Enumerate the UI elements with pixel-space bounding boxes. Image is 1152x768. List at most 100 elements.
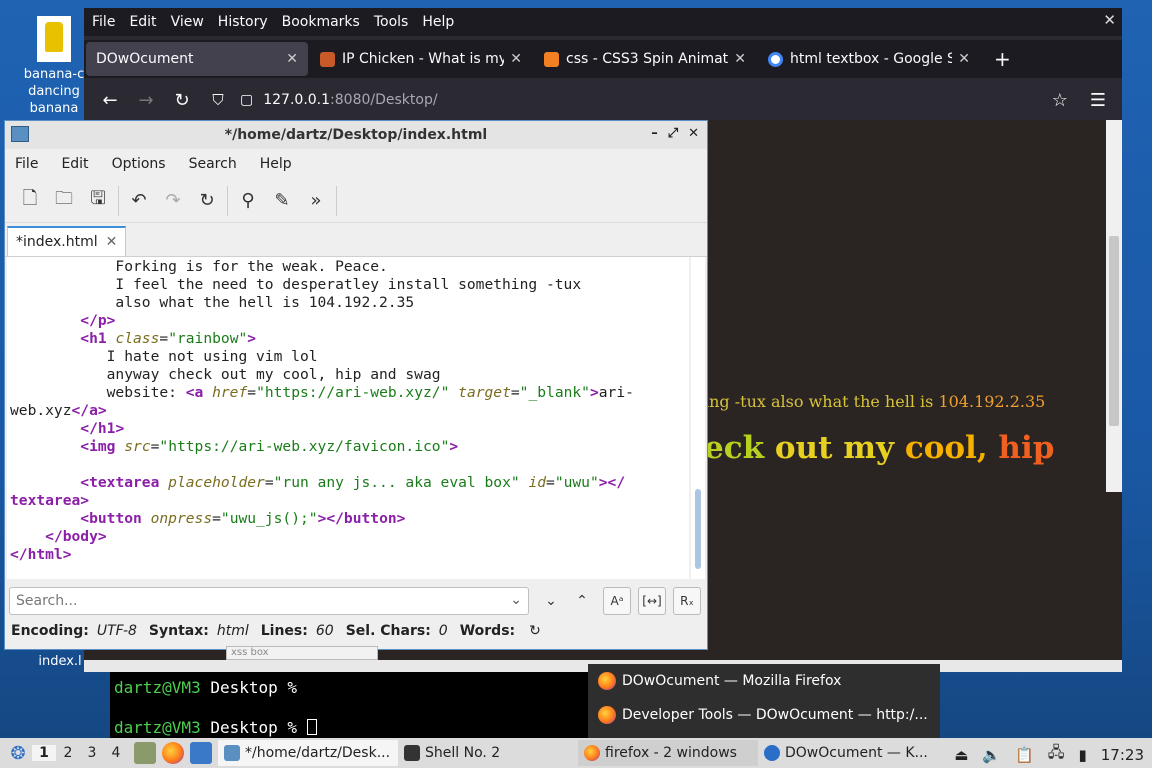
close-icon[interactable]: ✕ — [1103, 11, 1116, 29]
code-value: "run any js... aka eval box" — [273, 474, 520, 491]
tab-title: IP Chicken - What is my IP — [342, 51, 505, 67]
menu-history[interactable]: History — [218, 14, 268, 30]
close-icon[interactable]: ✕ — [688, 126, 699, 141]
workspace-3[interactable]: 3 — [80, 745, 104, 761]
volume-icon[interactable]: 🔈 — [982, 746, 1001, 764]
menu-edit[interactable]: Edit — [129, 14, 156, 30]
encoding-value: UTF-8 — [96, 623, 137, 639]
scrollbar-thumb[interactable] — [1109, 236, 1119, 426]
tab-index-html[interactable]: *index.html ✕ — [7, 226, 127, 256]
task-firefox[interactable]: firefox - 2 windows — [578, 740, 758, 766]
rainbow-part: eck — [704, 430, 775, 466]
page-info-icon[interactable]: ▢ — [240, 92, 253, 108]
taskbar: ❂ 1 2 3 4 */home/dartz/Desk... Shell No.… — [0, 738, 1152, 768]
forward-icon[interactable]: → — [128, 90, 164, 111]
tab-close-icon[interactable]: ✕ — [106, 234, 118, 250]
find-previous-icon[interactable]: ⌃ — [568, 587, 596, 615]
code-tag: > — [449, 438, 459, 455]
code-value: "_blank" — [519, 384, 590, 401]
clock[interactable]: 17:23 — [1101, 746, 1144, 764]
menu-tools[interactable]: Tools — [374, 14, 409, 30]
desktop-icon-banana[interactable]: banana-c dancing banana — [14, 16, 94, 117]
menu-help[interactable]: Help — [422, 14, 454, 30]
tab-close-icon[interactable]: ✕ — [286, 51, 298, 67]
menu-file[interactable]: File — [15, 156, 38, 172]
scrollbar-thumb[interactable] — [695, 489, 701, 569]
code-value: "rainbow" — [168, 330, 248, 347]
shield-icon[interactable]: ⛉ — [200, 91, 236, 109]
match-case-icon[interactable]: Aᵃ — [603, 587, 631, 615]
web-ip: 104.192.2.35 — [938, 392, 1046, 411]
status-bar: Encoding: UTF-8 Syntax: html Lines: 60 Sel.… — [11, 623, 541, 639]
open-folder-icon[interactable]: 🗀 — [47, 184, 81, 218]
task-shell[interactable]: Shell No. 2 — [398, 740, 578, 766]
tab-css-spin[interactable]: css - CSS3 Spin Animation ✕ — [534, 42, 756, 76]
file-manager-icon[interactable] — [134, 742, 156, 764]
text-editor-window: */home/dartz/Desktop/index.html – ⤢ ✕ Fi… — [4, 120, 708, 650]
star-icon[interactable]: ☆ — [1052, 90, 1068, 111]
menu-view[interactable]: View — [171, 14, 204, 30]
code-attr: placeholder — [168, 474, 265, 491]
find-icon[interactable]: ⚲ — [231, 184, 265, 218]
page-scrollbar[interactable] — [1106, 120, 1122, 492]
menu-file[interactable]: File — [92, 14, 115, 30]
regex-icon[interactable]: Rₓ — [673, 587, 701, 615]
desktop-icon-label: banana-c dancing banana — [23, 67, 85, 116]
start-menu-icon[interactable]: ❂ — [4, 739, 32, 767]
editor-titlebar[interactable]: */home/dartz/Desktop/index.html – ⤢ ✕ — [5, 121, 707, 149]
firefox-launcher-icon[interactable] — [162, 742, 184, 764]
window-launcher-icon[interactable] — [190, 742, 212, 764]
notifications-icon[interactable]: ▮ — [1079, 746, 1087, 764]
menu-help[interactable]: Help — [260, 156, 292, 172]
refresh-icon[interactable]: ↻ — [529, 623, 541, 639]
workspace-1[interactable]: 1 — [32, 745, 56, 761]
find-next-icon[interactable]: ⌄ — [537, 587, 565, 615]
task-dowocument[interactable]: DOwOcument — K... — [758, 740, 934, 766]
tab-title: html textbox - Google Search — [790, 51, 953, 67]
code-area[interactable]: Forking is for the weak. Peace. I feel t… — [7, 257, 689, 579]
new-tab-icon[interactable]: + — [994, 47, 1011, 71]
chevron-down-icon[interactable]: ⌄ — [510, 592, 522, 608]
tab-close-icon[interactable]: ✕ — [958, 51, 970, 67]
tab-close-icon[interactable]: ✕ — [510, 51, 522, 67]
terminal-window[interactable]: dartz@VM3 Desktop % dartz@VM3 Desktop % — [110, 672, 590, 738]
terminal-line: dartz@VM3 Desktop % — [114, 678, 297, 697]
code-tag: <a — [185, 384, 204, 401]
replace-icon[interactable]: ✎ — [265, 184, 299, 218]
network-icon[interactable]: 🖧 — [1048, 742, 1065, 767]
workspace-2[interactable]: 2 — [56, 745, 80, 761]
terminal-user: dartz@VM3 — [114, 678, 201, 697]
reload-icon[interactable]: ↻ — [164, 90, 200, 111]
url-bar[interactable]: ▢ 127.0.0.1 :8080/Desktop/ — [240, 92, 438, 108]
task-text-editor[interactable]: */home/dartz/Desk... — [218, 740, 398, 766]
maximize-icon[interactable]: ⤢ — [668, 126, 678, 141]
popup-item-firefox[interactable]: DOwOcument — Mozilla Firefox — [588, 664, 940, 698]
menu-bookmarks[interactable]: Bookmarks — [282, 14, 360, 30]
hamburger-menu-icon[interactable]: ☰ — [1090, 90, 1106, 111]
back-icon[interactable]: ← — [92, 90, 128, 111]
tab-google[interactable]: html textbox - Google Search ✕ — [758, 42, 980, 76]
workspace-4[interactable]: 4 — [104, 745, 128, 761]
undo-icon[interactable]: ↶ — [122, 184, 156, 218]
whole-word-icon[interactable]: [↔] — [638, 587, 666, 615]
menu-edit[interactable]: Edit — [61, 156, 88, 172]
tab-title: DOwOcument — [96, 51, 194, 67]
popup-item-devtools[interactable]: Developer Tools — DOwOcument — http:/... — [588, 698, 940, 732]
tab-close-icon[interactable]: ✕ — [734, 51, 746, 67]
redo-icon[interactable]: ↷ — [156, 184, 190, 218]
eject-icon[interactable]: ⏏ — [954, 746, 968, 764]
tab-ipchicken[interactable]: IP Chicken - What is my IP ✕ — [310, 42, 532, 76]
save-icon[interactable]: 🖫 — [81, 184, 115, 218]
code-attr: id — [528, 474, 547, 491]
menu-options[interactable]: Options — [112, 156, 166, 172]
menu-search[interactable]: Search — [189, 156, 237, 172]
code-scrollbar[interactable] — [691, 257, 705, 579]
search-input[interactable]: Search... ⌄ — [9, 587, 529, 615]
clipboard-icon[interactable]: 📋 — [1015, 746, 1034, 764]
more-icon[interactable]: » — [299, 184, 333, 218]
minimize-icon[interactable]: – — [651, 126, 658, 141]
new-file-icon[interactable]: 🗋 — [13, 184, 47, 218]
terminal-prompt: Desktop % — [200, 718, 298, 737]
reload-icon[interactable]: ↻ — [190, 184, 224, 218]
tab-dowocument[interactable]: DOwOcument ✕ — [86, 42, 308, 76]
